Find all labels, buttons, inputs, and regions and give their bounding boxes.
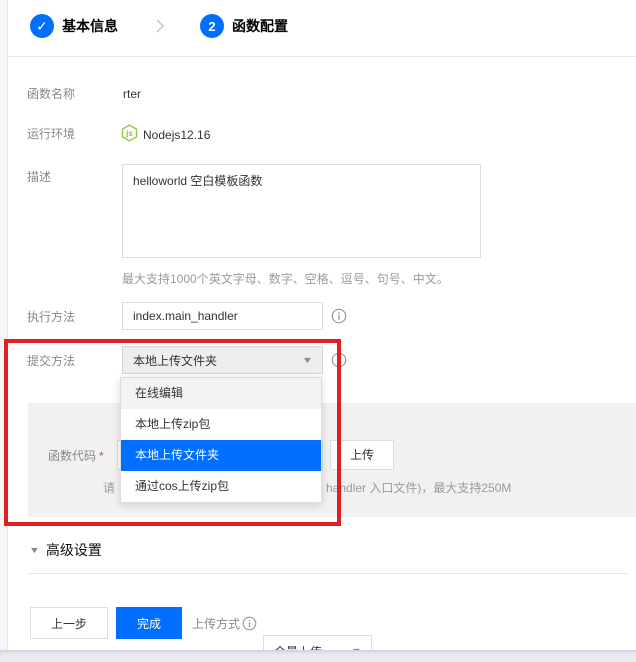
caret-down-icon: ▼	[302, 355, 314, 365]
function-name-value: rter	[123, 87, 141, 101]
handler-input[interactable]	[122, 302, 323, 330]
page-bottom-strip	[0, 650, 636, 662]
submit-method-info-icon[interactable]	[331, 352, 347, 368]
page-left-gutter	[0, 0, 8, 650]
step-basic-info[interactable]: ✓ 基本信息	[30, 14, 118, 38]
submit-method-label: 提交方法	[27, 354, 75, 368]
required-asterisk: *	[99, 449, 104, 463]
triangle-down-icon: ▼	[29, 545, 41, 555]
function-code-label: 函数代码*	[48, 449, 104, 463]
submit-method-select[interactable]: 本地上传文件夹 ▼	[122, 346, 323, 374]
code-hint-fragment: 请	[103, 479, 116, 495]
advanced-settings-label: 高级设置	[46, 540, 102, 560]
nodejs-icon: js	[121, 124, 138, 142]
description-textarea[interactable]: helloworld 空白模板函数	[122, 164, 481, 258]
function-name-label: 函数名称	[27, 87, 75, 101]
dropdown-option-online-edit[interactable]: 在线编辑	[121, 378, 321, 409]
upload-mode-info-icon[interactable]	[242, 616, 257, 631]
chevron-right-icon	[152, 17, 168, 35]
runtime-label: 运行环境	[27, 127, 75, 141]
step2-label: 函数配置	[232, 14, 288, 38]
runtime-value: Nodejs12.16	[143, 128, 210, 142]
code-hint-text: handler 入口文件)，最大支持250M	[326, 479, 511, 496]
handler-info-icon[interactable]	[331, 308, 347, 324]
function-code-label-text: 函数代码	[48, 449, 96, 463]
step1-circle: ✓	[30, 14, 54, 38]
step2-circle: 2	[200, 14, 224, 38]
upload-mode-label: 上传方式	[192, 615, 240, 632]
description-hint: 最大支持1000个英文字母、数字、空格、逗号、句号、中文。	[122, 270, 449, 287]
header-divider	[8, 56, 636, 57]
upload-button[interactable]: 上传	[330, 440, 394, 470]
step-function-config[interactable]: 2 函数配置	[200, 14, 288, 38]
previous-step-button[interactable]: 上一步	[30, 607, 108, 639]
advanced-settings-toggle[interactable]: ▼ 高级设置	[30, 540, 102, 560]
submit-method-dropdown-menu: 在线编辑 本地上传zip包 本地上传文件夹 通过cos上传zip包	[120, 377, 322, 503]
check-icon: ✓	[36, 18, 48, 35]
section-divider	[28, 573, 628, 574]
nodejs-icon-letters: js	[125, 129, 133, 138]
handler-label: 执行方法	[27, 310, 75, 324]
step2-number: 2	[208, 19, 215, 34]
finish-button[interactable]: 完成	[116, 607, 182, 639]
step1-label: 基本信息	[62, 14, 118, 38]
upload-mode-label-wrap: 上传方式	[192, 615, 257, 632]
dropdown-option-local-folder[interactable]: 本地上传文件夹	[121, 440, 321, 471]
dropdown-option-local-zip[interactable]: 本地上传zip包	[121, 409, 321, 440]
submit-method-value: 本地上传文件夹	[133, 352, 217, 369]
description-label: 描述	[27, 170, 51, 184]
dropdown-option-cos-zip[interactable]: 通过cos上传zip包	[121, 471, 321, 502]
